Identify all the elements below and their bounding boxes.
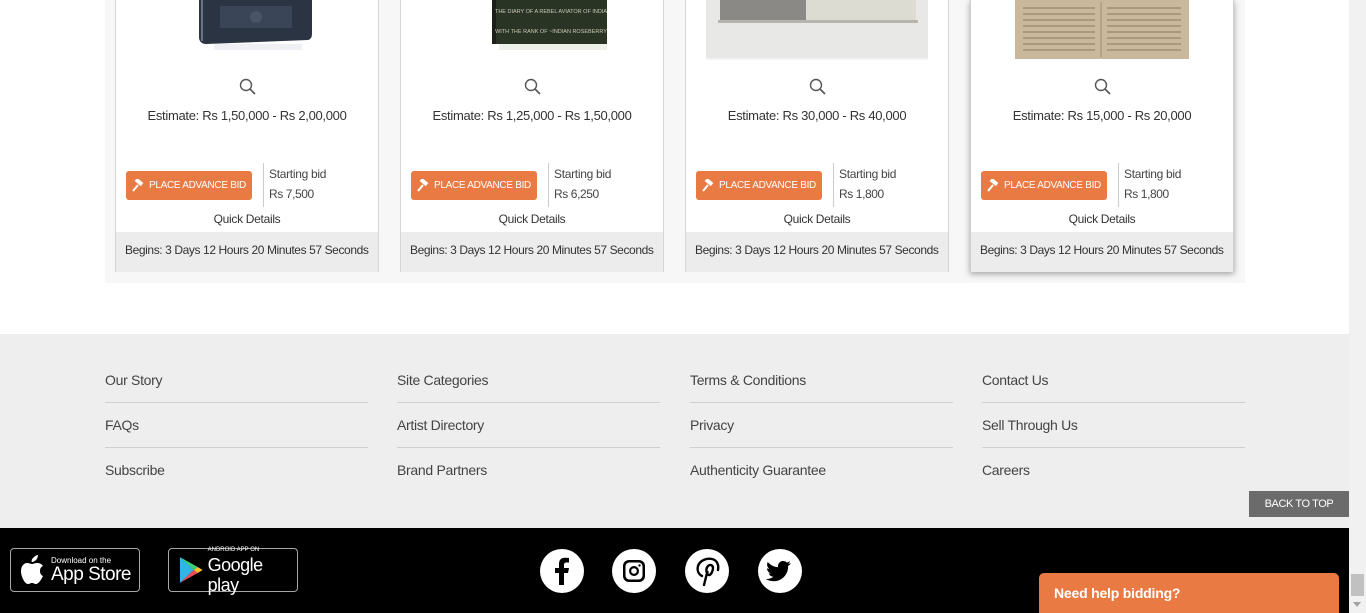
countdown-timer: Begins: 3 Days 12 Hours 20 Minutes 57 Se… (116, 232, 378, 272)
footer-link-our-story[interactable]: Our Story (105, 358, 368, 403)
footer-link-authenticity[interactable]: Authenticity Guarantee (690, 448, 953, 493)
lot-image[interactable] (1015, 0, 1189, 59)
countdown-timer: Begins: 3 Days 12 Hours 20 Minutes 57 Se… (686, 232, 948, 272)
footer-bar: Download on the App Store ANDROID APP ON… (0, 528, 1349, 613)
cover-text: WITH THE RANK OF ~INDIAN ROSEBERRY (495, 29, 607, 35)
google-play-badge[interactable]: ANDROID APP ON Google play (168, 546, 298, 595)
quick-details-link[interactable]: Quick Details (116, 212, 378, 226)
google-play-small-text: ANDROID APP ON (207, 546, 260, 553)
divider (1118, 163, 1119, 207)
footer-link-privacy[interactable]: Privacy (690, 403, 953, 448)
lot-image[interactable] (172, 0, 322, 52)
starting-bid-label: Starting bid (269, 167, 327, 181)
scroll-down-arrow[interactable] (1349, 596, 1366, 613)
countdown-timer: Begins: 3 Days 12 Hours 20 Minutes 57 Se… (971, 232, 1233, 272)
footer-column: Terms & Conditions Privacy Authenticity … (690, 358, 953, 493)
divider (548, 163, 549, 207)
app-store-big-text: App Store (51, 563, 132, 585)
back-to-top-button[interactable]: BACK TO TOP (1249, 491, 1349, 517)
divider (263, 163, 264, 207)
footer-link-terms[interactable]: Terms & Conditions (690, 358, 953, 403)
zoom-icon[interactable] (809, 78, 826, 95)
page: Estimate: Rs 1,50,000 - Rs 2,00,000 PLAC… (0, 0, 1366, 613)
zoom-icon[interactable] (524, 78, 541, 95)
footer-link-subscribe[interactable]: Subscribe (105, 448, 368, 493)
facebook-icon[interactable] (540, 549, 584, 593)
countdown-timer: Begins: 3 Days 12 Hours 20 Minutes 57 Se… (401, 232, 663, 272)
gavel-icon (417, 178, 429, 192)
bid-button-label: PLACE ADVANCE BID (1004, 180, 1101, 191)
lot-card[interactable]: Estimate: Rs 1,50,000 - Rs 2,00,000 PLAC… (115, 0, 379, 272)
estimate: Estimate: Rs 15,000 - Rs 20,000 (1012, 108, 1192, 123)
twitter-icon[interactable] (758, 549, 802, 593)
pinterest-icon[interactable] (685, 549, 729, 593)
footer-link-faqs[interactable]: FAQs (105, 403, 368, 448)
zoom-icon[interactable] (1094, 78, 1111, 95)
estimate: Estimate: Rs 1,50,000 - Rs 2,00,000 (147, 108, 347, 123)
quick-details-link[interactable]: Quick Details (401, 212, 663, 226)
lot-card[interactable]: THE DIARY OF A REBEL AVIATOR OF INDIA WI… (400, 0, 664, 272)
bid-button-label: PLACE ADVANCE BID (719, 180, 816, 191)
starting-bid-label: Starting bid (839, 167, 897, 181)
footer-column: Our Story FAQs Subscribe (105, 358, 368, 493)
footer-column: Site Categories Artist Directory Brand P… (397, 358, 660, 493)
zoom-icon[interactable] (239, 78, 256, 95)
app-store-badge[interactable]: Download on the App Store (10, 548, 140, 592)
starting-bid-value: Rs 1,800 (839, 187, 884, 201)
footer-column: Contact Us Sell Through Us Careers (982, 358, 1245, 493)
footer-link-sell[interactable]: Sell Through Us (982, 403, 1245, 448)
footer-link-brand-partners[interactable]: Brand Partners (397, 448, 660, 493)
lot-image[interactable] (706, 0, 928, 60)
instagram-icon[interactable] (612, 549, 656, 593)
place-advance-bid-button[interactable]: PLACE ADVANCE BID (696, 171, 822, 200)
starting-bid-value: Rs 1,800 (1124, 187, 1169, 201)
estimate: Estimate: Rs 1,25,000 - Rs 1,50,000 (432, 108, 632, 123)
estimate: Estimate: Rs 30,000 - Rs 40,000 (727, 108, 907, 123)
footer-link-site-categories[interactable]: Site Categories (397, 358, 660, 403)
place-advance-bid-button[interactable]: PLACE ADVANCE BID (126, 171, 252, 200)
quick-details-link[interactable]: Quick Details (686, 212, 948, 226)
starting-bid-label: Starting bid (1124, 167, 1182, 181)
need-help-bidding-button[interactable]: Need help bidding? (1039, 573, 1339, 613)
divider (833, 163, 834, 207)
cover-text: THE DIARY OF A REBEL AVIATOR OF INDIA (495, 9, 607, 15)
lot-image[interactable]: THE DIARY OF A REBEL AVIATOR OF INDIA WI… (447, 0, 617, 52)
footer-links: Our Story FAQs Subscribe Site Categories… (0, 334, 1349, 528)
scrollbar-thumb[interactable] (1351, 574, 1364, 596)
quick-details-link[interactable]: Quick Details (971, 212, 1233, 226)
lot-card[interactable]: Estimate: Rs 30,000 - Rs 40,000 PLACE AD… (685, 0, 949, 272)
bid-button-label: PLACE ADVANCE BID (434, 180, 531, 191)
scrollbar[interactable] (1349, 0, 1366, 613)
lot-card[interactable]: Estimate: Rs 15,000 - Rs 20,000 PLACE AD… (970, 0, 1234, 272)
place-advance-bid-button[interactable]: PLACE ADVANCE BID (981, 171, 1107, 200)
google-play-icon (179, 557, 203, 583)
gavel-icon (987, 178, 999, 192)
starting-bid-value: Rs 7,500 (269, 187, 314, 201)
footer-link-careers[interactable]: Careers (982, 448, 1245, 493)
lots-grid: Estimate: Rs 1,50,000 - Rs 2,00,000 PLAC… (105, 0, 1245, 283)
place-advance-bid-button[interactable]: PLACE ADVANCE BID (411, 171, 537, 200)
footer-link-artist-directory[interactable]: Artist Directory (397, 403, 660, 448)
gavel-icon (132, 178, 144, 192)
footer-link-contact[interactable]: Contact Us (982, 358, 1245, 403)
google-play-big-text: Google play (207, 554, 264, 595)
starting-bid-label: Starting bid (554, 167, 612, 181)
starting-bid-value: Rs 6,250 (554, 187, 599, 201)
bid-button-label: PLACE ADVANCE BID (149, 180, 246, 191)
apple-icon (21, 555, 43, 584)
gavel-icon (702, 178, 714, 192)
